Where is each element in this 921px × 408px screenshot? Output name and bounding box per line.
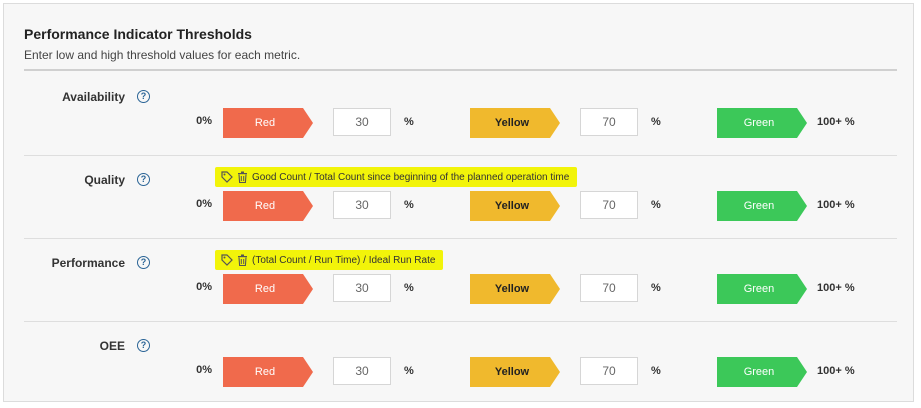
end-label: 100+ % [817, 365, 855, 377]
high-threshold-input[interactable] [580, 191, 638, 219]
formula-highlight: (Total Count / Run Time) / Ideal Run Rat… [215, 250, 444, 270]
metric-row-performance: Performance ? (Total Count / Run Time) /… [24, 238, 897, 322]
yellow-band: Yellow [470, 191, 560, 221]
header-divider [24, 69, 897, 71]
green-band: Green [717, 274, 807, 304]
high-threshold-input[interactable] [580, 357, 638, 385]
metric-row-oee: OEE ? 0% Red % Yellow % Green 100+ % [24, 321, 897, 404]
unit-label: % [404, 199, 414, 211]
low-threshold-input[interactable] [333, 191, 391, 219]
unit-label: % [404, 282, 414, 294]
red-band: Red [223, 108, 313, 138]
start-label: 0% [196, 281, 212, 293]
red-band: Red [223, 274, 313, 304]
thresholds-panel: Performance Indicator Thresholds Enter l… [3, 3, 914, 402]
panel-title: Performance Indicator Thresholds [24, 26, 252, 42]
tag-icon[interactable] [221, 254, 233, 266]
end-label: 100+ % [817, 199, 855, 211]
unit-label: % [651, 199, 661, 211]
unit-label: % [404, 365, 414, 377]
low-threshold-input[interactable] [333, 357, 391, 385]
help-icon[interactable]: ? [137, 173, 150, 186]
formula-text: Good Count / Total Count since beginning… [252, 171, 570, 183]
unit-label: % [651, 282, 661, 294]
metric-row-quality: Quality ? Good Count / Total Count since… [24, 155, 897, 239]
yellow-band: Yellow [470, 357, 560, 387]
formula-text: (Total Count / Run Time) / Ideal Run Rat… [252, 254, 436, 266]
formula-highlight: Good Count / Total Count since beginning… [215, 167, 578, 187]
help-icon[interactable]: ? [137, 339, 150, 352]
panel-subtitle: Enter low and high threshold values for … [24, 48, 301, 62]
low-threshold-input[interactable] [333, 108, 391, 136]
help-icon[interactable]: ? [137, 90, 150, 103]
low-threshold-input[interactable] [333, 274, 391, 302]
end-label: 100+ % [817, 116, 855, 128]
unit-label: % [651, 365, 661, 377]
high-threshold-input[interactable] [580, 274, 638, 302]
unit-label: % [651, 116, 661, 128]
tag-icon[interactable] [221, 171, 233, 183]
green-band: Green [717, 357, 807, 387]
start-label: 0% [196, 115, 212, 127]
green-band: Green [717, 191, 807, 221]
unit-label: % [404, 116, 414, 128]
trash-icon[interactable] [237, 171, 248, 183]
red-band: Red [223, 191, 313, 221]
metric-label: Availability [62, 90, 125, 104]
help-icon[interactable]: ? [137, 256, 150, 269]
metric-label: OEE [99, 339, 125, 353]
end-label: 100+ % [817, 282, 855, 294]
metric-row-availability: Availability ? 0% Red % Yellow % Green 1… [24, 72, 897, 156]
yellow-band: Yellow [470, 274, 560, 304]
yellow-band: Yellow [470, 108, 560, 138]
red-band: Red [223, 357, 313, 387]
start-label: 0% [196, 198, 212, 210]
high-threshold-input[interactable] [580, 108, 638, 136]
metric-label: Performance [51, 256, 125, 270]
start-label: 0% [196, 364, 212, 376]
metric-label: Quality [84, 173, 125, 187]
trash-icon[interactable] [237, 254, 248, 266]
green-band: Green [717, 108, 807, 138]
